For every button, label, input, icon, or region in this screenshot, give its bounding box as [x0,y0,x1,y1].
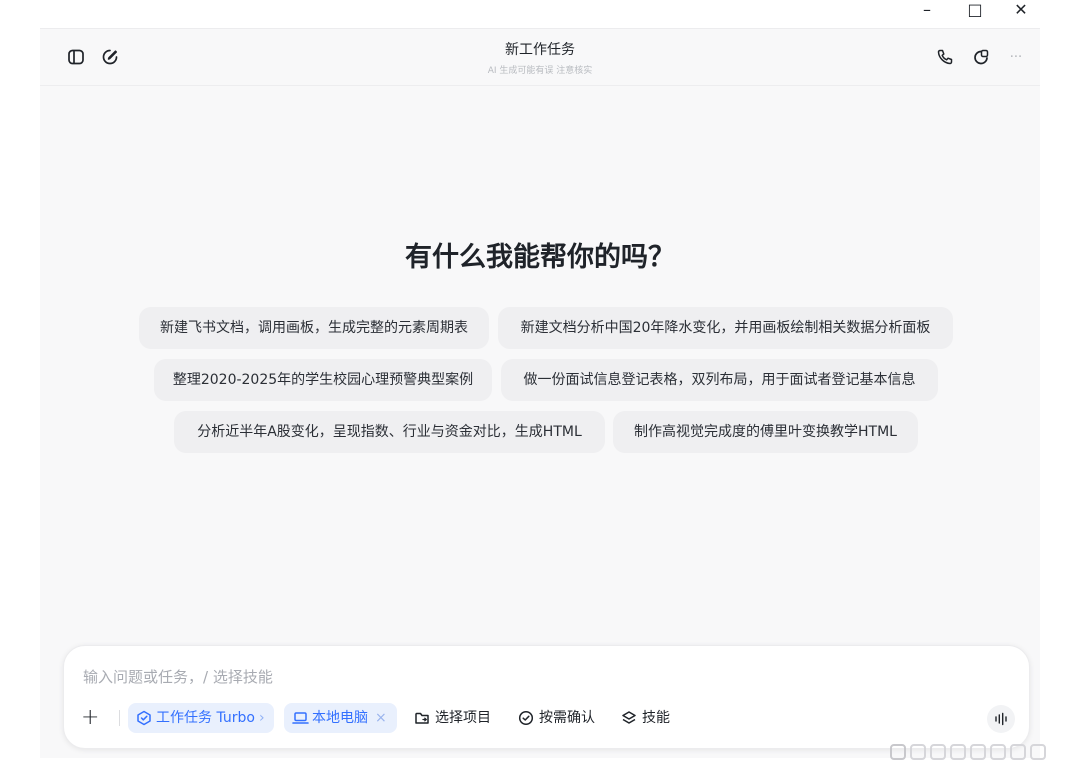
suggestion-chip[interactable]: 整理2020-2025年的学生校园心理预警典型案例 [154,359,492,401]
toolbar-divider [119,710,120,726]
suggestion-chip[interactable]: 制作高视觉完成度的傅里叶变换教学HTML [613,411,918,453]
message-composer: 输入问题或任务，/ 选择技能 + 工作任务 Turbo › 本地电脑 × 选择项… [63,645,1030,749]
laptop-icon [292,712,309,724]
remove-device-icon[interactable]: × [375,703,387,733]
skills-button[interactable]: 技能 [621,703,670,733]
welcome-headline: 有什么我能帮你的吗？ [405,242,675,273]
minimize-icon: – [923,0,931,19]
minimize-button[interactable]: – [904,0,950,20]
plus-icon: + [81,705,100,730]
ai-disclaimer: AI 生成可能有误 注意核实 [487,66,593,76]
chevron-right-icon: › [258,710,265,726]
confirm-mode-label: 按需确认 [539,710,595,726]
suggestion-chip[interactable]: 新建文档分析中国20年降水变化，并用画板绘制相关数据分析面板 [498,307,953,349]
close-window-button[interactable]: ✕ [998,0,1040,20]
voice-input-button[interactable] [987,705,1015,733]
mode-selector[interactable]: 工作任务 Turbo › [128,703,274,733]
select-project-button[interactable]: 选择项目 [414,703,491,733]
suggestion-chip[interactable]: 新建飞书文档，调用画板，生成完整的元素周期表 [139,307,489,349]
share-button[interactable] [970,46,992,68]
voice-wave-icon [995,712,1007,726]
share-icon [974,49,989,65]
app-window: – □ ✕ 新工作任务 AI 生成可能有误 注意核实 ··· 有什么我能帮你的吗… [40,0,1040,758]
page-title: 新工作任务 [505,42,575,58]
phone-icon [937,49,953,65]
maximize-button[interactable]: □ [952,0,998,20]
skills-label: 技能 [642,710,670,726]
confirm-mode-button[interactable]: 按需确认 [518,703,595,733]
check-circle-icon [518,710,534,726]
more-icon: ··· [1009,49,1023,65]
device-selector[interactable]: 本地电脑 × [284,703,397,733]
folder-icon [415,712,429,724]
select-project-label: 选择项目 [435,710,491,726]
window-titlebar: – □ ✕ [40,0,1040,29]
suggestion-chip[interactable]: 分析近半年A股变化，呈现指数、行业与资金对比，生成HTML [174,411,605,453]
suggestion-chip[interactable]: 做一份面试信息登记表格，双列布局，用于面试者登记基本信息 [501,359,938,401]
add-attachment-button[interactable]: + [81,703,99,733]
skills-layers-icon [622,711,636,724]
composer-input[interactable]: 输入问题或任务，/ 选择技能 [83,666,273,687]
close-icon: ✕ [1014,0,1028,19]
maximize-icon: □ [967,0,983,19]
chat-header: 新工作任务 AI 生成可能有误 注意核实 ··· [40,29,1040,86]
mode-label: 工作任务 Turbo [156,710,255,726]
task-mode-icon [137,710,151,726]
watermark-logo [890,744,1046,760]
more-button[interactable]: ··· [1005,46,1027,68]
device-label: 本地电脑 [312,710,368,726]
window-edge [1040,0,1080,776]
call-button[interactable] [934,46,956,68]
